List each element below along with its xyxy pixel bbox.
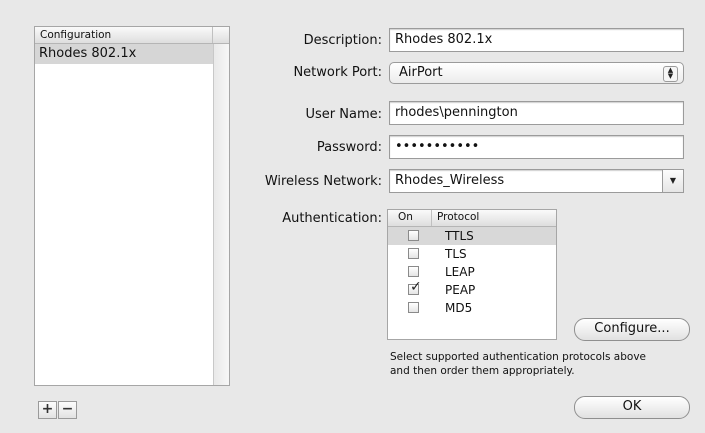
description-label: Description: [303, 33, 382, 48]
description-value: Rhodes 802.1x [395, 32, 493, 47]
checkmark-icon: ✓ [410, 279, 422, 295]
protocol-row[interactable]: MD5 [388, 299, 556, 317]
authentication-label: Authentication: [282, 211, 382, 226]
user-name-value: rhodes\pennington [395, 105, 518, 120]
protocol-row[interactable]: ✓ PEAP [388, 279, 556, 299]
up-down-arrows-icon: ▲ ▼ [663, 66, 678, 82]
network-port-popup[interactable]: AirPort ▲ ▼ [389, 62, 684, 84]
protocol-name: TLS [445, 247, 467, 261]
remove-configuration-button[interactable]: − [58, 401, 77, 419]
authentication-protocol-table[interactable]: On Protocol TTLS TLS LEAP ✓ PEAP MD5 [387, 209, 557, 340]
on-column-header[interactable]: On [398, 210, 413, 225]
protocol-checkbox[interactable] [408, 302, 419, 313]
user-name-label: User Name: [305, 107, 383, 122]
protocol-checkbox[interactable] [408, 248, 419, 259]
minus-icon: − [61, 401, 74, 417]
password-label: Password: [316, 140, 382, 155]
configure-button[interactable]: Configure... [574, 318, 690, 341]
protocol-name: PEAP [445, 283, 476, 297]
wireless-network-combobox[interactable]: Rhodes_Wireless ▼ [389, 169, 684, 193]
configuration-header-label: Configuration [40, 29, 112, 41]
protocol-checkbox[interactable] [408, 230, 419, 241]
ok-button[interactable]: OK [574, 396, 690, 419]
authentication-table-header: On Protocol [388, 210, 556, 227]
help-text-line-2: and then order them appropriately. [390, 365, 575, 377]
password-value: ••••••••••• [395, 139, 480, 154]
protocol-checkbox[interactable]: ✓ [408, 279, 422, 295]
protocol-column-header[interactable]: Protocol [437, 210, 479, 225]
configure-button-label: Configure... [594, 321, 670, 336]
network-port-label: Network Port: [293, 65, 382, 80]
user-name-field[interactable]: rhodes\pennington [389, 101, 684, 125]
ok-button-label: OK [622, 399, 642, 414]
plus-icon: + [41, 401, 54, 417]
protocol-name: MD5 [445, 301, 473, 315]
protocol-row[interactable]: TLS [388, 245, 556, 263]
add-configuration-button[interactable]: + [38, 401, 57, 419]
protocol-name: TTLS [445, 229, 474, 243]
protocol-row[interactable]: TTLS [388, 227, 556, 245]
description-field[interactable]: Rhodes 802.1x [389, 28, 684, 52]
header-divider [431, 210, 432, 226]
chevron-down-icon[interactable]: ▼ [662, 170, 683, 192]
protocol-checkbox[interactable] [408, 266, 419, 277]
authentication-help-text: Select supported authentication protocol… [390, 350, 700, 378]
help-text-line-1: Select supported authentication protocol… [390, 351, 647, 363]
protocol-name: LEAP [445, 265, 475, 279]
wireless-network-label: Wireless Network: [264, 174, 382, 189]
password-field[interactable]: ••••••••••• [389, 135, 684, 159]
wireless-network-value: Rhodes_Wireless [395, 173, 505, 188]
network-port-value: AirPort [399, 65, 443, 80]
configuration-item-label: Rhodes 802.1x [39, 46, 137, 61]
